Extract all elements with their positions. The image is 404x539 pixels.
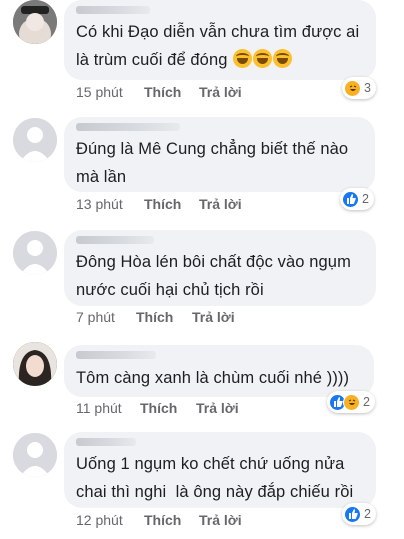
like-button[interactable]: Thích xyxy=(144,84,181,100)
timestamp[interactable]: 13 phút xyxy=(76,196,123,212)
comment-text: Đông Hòa lén bôi chất độc vào ngụm nước … xyxy=(76,253,351,299)
timestamp[interactable]: 15 phút xyxy=(76,84,123,100)
reaction-count: 3 xyxy=(364,81,371,95)
haha-reaction-icon xyxy=(344,79,361,97)
reply-button[interactable]: Trả lời xyxy=(192,309,235,325)
reaction-count: 2 xyxy=(362,192,369,206)
grinning-face-emoji-icon xyxy=(273,49,293,68)
grinning-face-emoji-icon xyxy=(253,49,273,68)
avatar[interactable] xyxy=(13,433,57,477)
reply-button[interactable]: Trả lời xyxy=(199,196,242,212)
author-name-redacted[interactable] xyxy=(76,6,150,14)
reaction-summary[interactable]: 2 xyxy=(342,503,376,525)
grinning-face-emoji-icon xyxy=(233,49,253,68)
comment-bubble: Uống 1 ngụm ko chết chứ uống nửa chai th… xyxy=(64,432,376,508)
reply-button[interactable]: Trả lời xyxy=(199,512,242,528)
comment-text: Uống 1 ngụm ko chết chứ uống nửa chai th… xyxy=(76,455,354,501)
comment-bubble: Đông Hòa lén bôi chất độc vào ngụm nước … xyxy=(64,230,376,306)
like-button[interactable]: Thích xyxy=(144,512,181,528)
reaction-summary[interactable]: 2 xyxy=(327,391,375,413)
avatar[interactable] xyxy=(13,231,57,275)
timestamp[interactable]: 12 phút xyxy=(76,512,123,528)
comment-text: Đúng là Mê Cung chẳng biết thế nào mà lầ… xyxy=(76,140,349,186)
avatar[interactable] xyxy=(13,118,57,162)
reply-button[interactable]: Trả lời xyxy=(196,400,239,416)
avatar[interactable] xyxy=(13,342,57,386)
like-reaction-icon xyxy=(344,505,361,523)
like-button[interactable]: Thích xyxy=(144,196,181,212)
comment-text: Có khi Đạo diễn vẫn chưa tìm được ai là … xyxy=(76,23,360,69)
like-button[interactable]: Thích xyxy=(140,400,177,416)
comment-text: Tôm càng xanh là chùm cuối nhé )))) xyxy=(76,369,350,387)
reaction-summary[interactable]: 3 xyxy=(342,77,376,99)
like-reaction-icon xyxy=(342,190,359,208)
reaction-summary[interactable]: 2 xyxy=(340,188,374,210)
avatar[interactable] xyxy=(13,0,57,44)
default-avatar-icon xyxy=(13,433,57,477)
like-button[interactable]: Thích xyxy=(136,309,173,325)
reaction-count: 2 xyxy=(364,507,371,521)
user-photo-icon xyxy=(13,342,57,386)
comment-bubble: Có khi Đạo diễn vẫn chưa tìm được ai là … xyxy=(64,0,376,80)
reaction-count: 2 xyxy=(363,395,370,409)
comment-4: Tôm càng xanh là chùm cuối nhé )))) 11 p… xyxy=(0,342,404,422)
comment-bubble: Đúng là Mê Cung chẳng biết thế nào mà lầ… xyxy=(64,117,375,192)
author-name-redacted[interactable] xyxy=(76,351,156,359)
author-name-redacted[interactable] xyxy=(76,236,154,244)
timestamp[interactable]: 11 phút xyxy=(76,400,122,416)
user-photo-icon xyxy=(13,0,57,44)
reply-button[interactable]: Trả lời xyxy=(199,84,242,100)
comment-3: Đông Hòa lén bôi chất độc vào ngụm nước … xyxy=(0,230,404,340)
haha-reaction-icon xyxy=(343,393,360,411)
comment-bubble: Tôm càng xanh là chùm cuối nhé )))) xyxy=(64,345,374,397)
default-avatar-icon xyxy=(13,231,57,275)
author-name-redacted[interactable] xyxy=(76,123,180,131)
timestamp[interactable]: 7 phút xyxy=(76,309,115,325)
default-avatar-icon xyxy=(13,118,57,162)
comment-1: Có khi Đạo diễn vẫn chưa tìm được ai là … xyxy=(0,0,404,110)
comment-2: Đúng là Mê Cung chẳng biết thế nào mà lầ… xyxy=(0,117,404,227)
author-name-redacted[interactable] xyxy=(76,438,136,446)
comment-5: Uống 1 ngụm ko chết chứ uống nửa chai th… xyxy=(0,432,404,539)
